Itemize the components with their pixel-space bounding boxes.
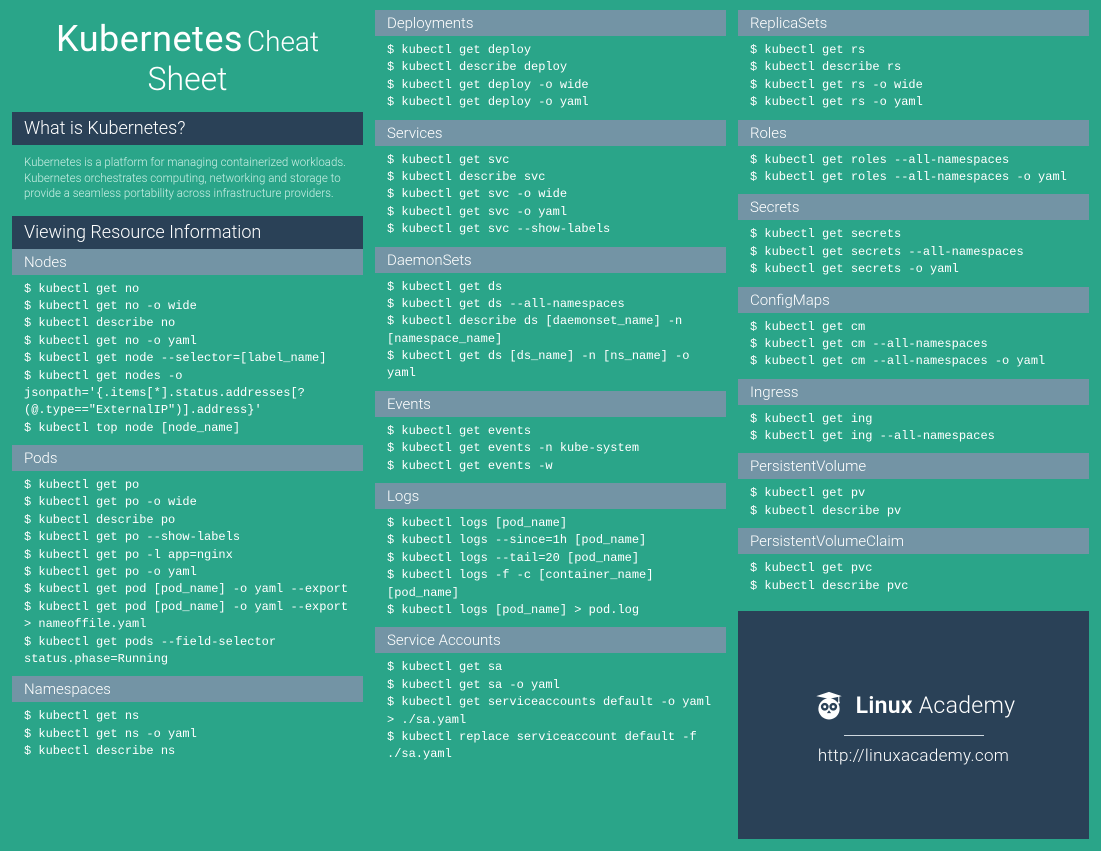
title-line2: Sheet (22, 60, 353, 98)
code-pvc: $ kubectl get pvc $ kubectl describe pvc (738, 554, 1089, 603)
title-word-cheat: Cheat (247, 25, 319, 58)
code-daemonsets: $ kubectl get ds $ kubectl get ds --all-… (375, 273, 726, 391)
brand-name: Linux Academy (856, 692, 1016, 719)
subhead-namespaces: Namespaces (12, 676, 363, 702)
code-logs: $ kubectl logs [pod_name] $ kubectl logs… (375, 509, 726, 627)
subhead-daemonsets: DaemonSets (375, 247, 726, 273)
code-serviceaccounts: $ kubectl get sa $ kubectl get sa -o yam… (375, 653, 726, 771)
code-pods: $ kubectl get po $ kubectl get po -o wid… (12, 471, 363, 676)
code-roles: $ kubectl get roles --all-namespaces $ k… (738, 146, 1089, 195)
subhead-pv: PersistentVolume (738, 453, 1089, 479)
subhead-services: Services (375, 120, 726, 146)
brand-row: Linux Academy (812, 689, 1016, 723)
code-deployments: $ kubectl get deploy $ kubectl describe … (375, 36, 726, 120)
cheatsheet-page: Kubernetes Cheat Sheet What is Kubernete… (0, 0, 1101, 851)
subhead-nodes: Nodes (12, 249, 363, 275)
subhead-ingress: Ingress (738, 379, 1089, 405)
title-line1: Kubernetes Cheat (22, 18, 353, 60)
subhead-serviceaccounts: Service Accounts (375, 627, 726, 653)
subhead-logs: Logs (375, 483, 726, 509)
brand-panel: Linux Academy http://linuxacademy.com (738, 611, 1089, 839)
column-2: Deployments $ kubectl get deploy $ kubec… (375, 10, 726, 839)
subhead-roles: Roles (738, 120, 1089, 146)
code-namespaces: $ kubectl get ns $ kubectl get ns -o yam… (12, 702, 363, 768)
column-3: ReplicaSets $ kubectl get rs $ kubectl d… (738, 10, 1089, 839)
column-1: Kubernetes Cheat Sheet What is Kubernete… (12, 10, 363, 839)
code-secrets: $ kubectl get secrets $ kubectl get secr… (738, 220, 1089, 286)
owl-icon (812, 689, 846, 723)
title-block: Kubernetes Cheat Sheet (12, 10, 363, 112)
subhead-replicasets: ReplicaSets (738, 10, 1089, 36)
code-events: $ kubectl get events $ kubectl get event… (375, 417, 726, 483)
whatis-body: Kubernetes is a platform for managing co… (12, 145, 363, 216)
code-configmaps: $ kubectl get cm $ kubectl get cm --all-… (738, 313, 1089, 379)
title-word-kubernetes: Kubernetes (56, 18, 243, 60)
brand-url: http://linuxacademy.com (818, 746, 1009, 766)
heading-viewing-resource-info: Viewing Resource Information (12, 216, 363, 249)
subhead-pvc: PersistentVolumeClaim (738, 528, 1089, 554)
code-ingress: $ kubectl get ing $ kubectl get ing --al… (738, 405, 1089, 454)
code-services: $ kubectl get svc $ kubectl describe svc… (375, 146, 726, 247)
subhead-deployments: Deployments (375, 10, 726, 36)
brand-name-light-text: Academy (919, 692, 1016, 719)
code-pv: $ kubectl get pv $ kubectl describe pv (738, 479, 1089, 528)
subhead-configmaps: ConfigMaps (738, 287, 1089, 313)
subhead-pods: Pods (12, 445, 363, 471)
heading-what-is: What is Kubernetes? (12, 112, 363, 145)
brand-name-bold: Linux (856, 692, 913, 719)
code-nodes: $ kubectl get no $ kubectl get no -o wid… (12, 275, 363, 446)
code-replicasets: $ kubectl get rs $ kubectl describe rs $… (738, 36, 1089, 120)
subhead-events: Events (375, 391, 726, 417)
subhead-secrets: Secrets (738, 194, 1089, 220)
brand-divider (844, 735, 984, 736)
